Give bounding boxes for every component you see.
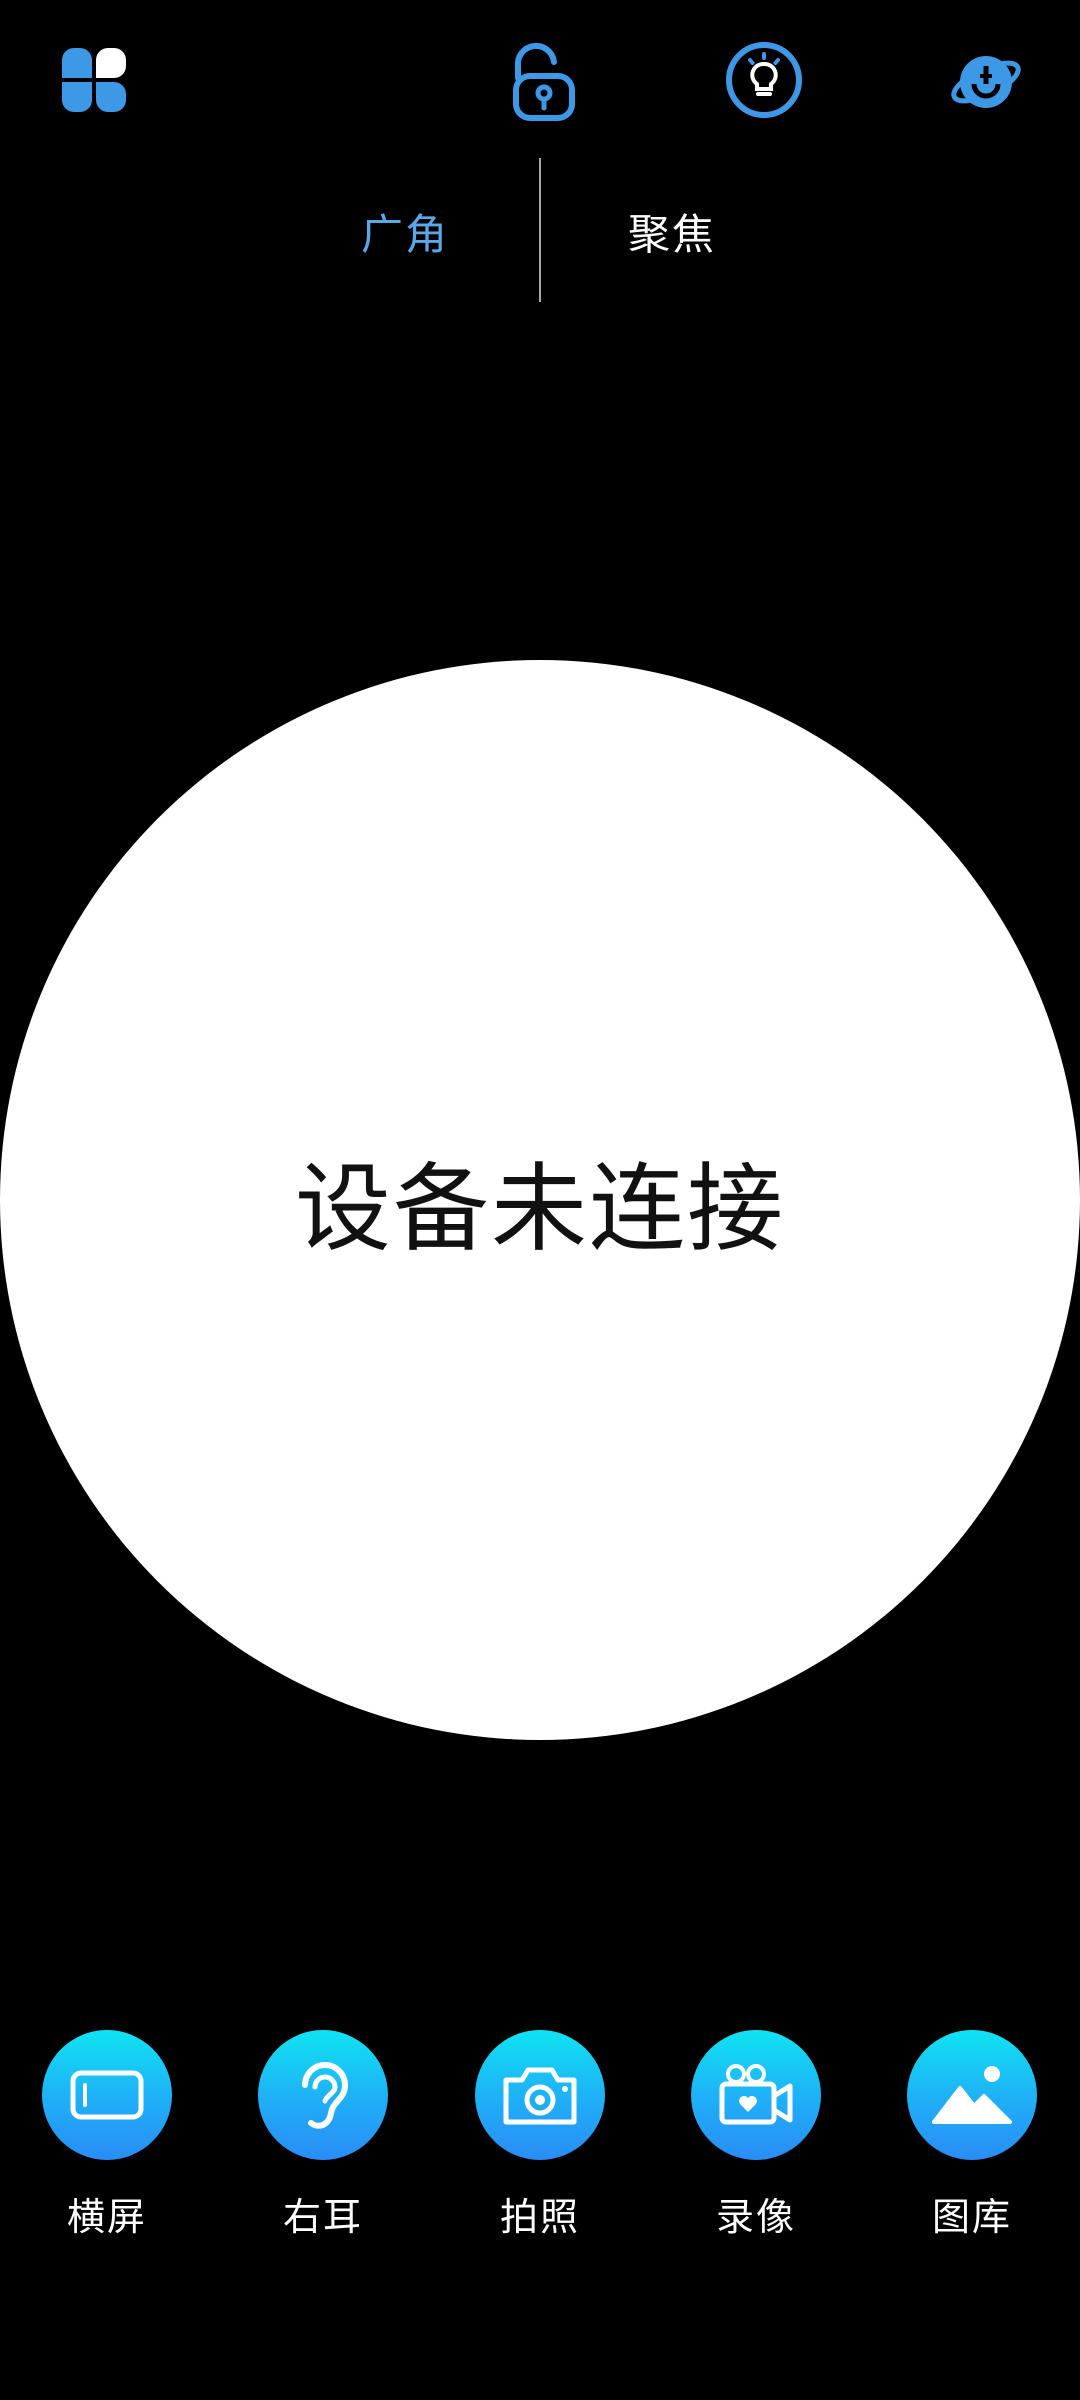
right-ear-label: 右耳: [282, 2195, 363, 2239]
grid-icon[interactable]: [56, 42, 132, 118]
gyro-icon[interactable]: [948, 44, 1024, 120]
right-ear-button[interactable]: 右耳: [223, 2030, 423, 2242]
device-status-text: 设备未连接: [295, 1152, 785, 1265]
lightbulb-icon[interactable]: [724, 40, 804, 120]
camera-preview: 设备未连接: [0, 660, 1080, 1740]
video-icon: [719, 2064, 793, 2125]
tab-divider: [539, 158, 541, 302]
landscape-button[interactable]: 横屏: [7, 2030, 207, 2242]
gallery-button[interactable]: 图库: [872, 2030, 1072, 2242]
record-button[interactable]: 录像: [656, 2030, 856, 2242]
tab-focus[interactable]: 聚焦: [562, 200, 782, 270]
camera-icon: [503, 2067, 577, 2125]
gallery-label: 图库: [931, 2195, 1012, 2239]
photo-button[interactable]: 拍照: [440, 2030, 640, 2242]
record-label: 录像: [715, 2195, 796, 2239]
gallery-icon: [932, 2066, 1012, 2124]
tab-wide-angle[interactable]: 广角: [295, 200, 515, 270]
ear-icon: [302, 2062, 349, 2129]
landscape-icon: [70, 2070, 144, 2120]
landscape-label: 横屏: [66, 2195, 147, 2239]
unlock-icon[interactable]: [500, 40, 584, 124]
photo-label: 拍照: [499, 2195, 580, 2239]
